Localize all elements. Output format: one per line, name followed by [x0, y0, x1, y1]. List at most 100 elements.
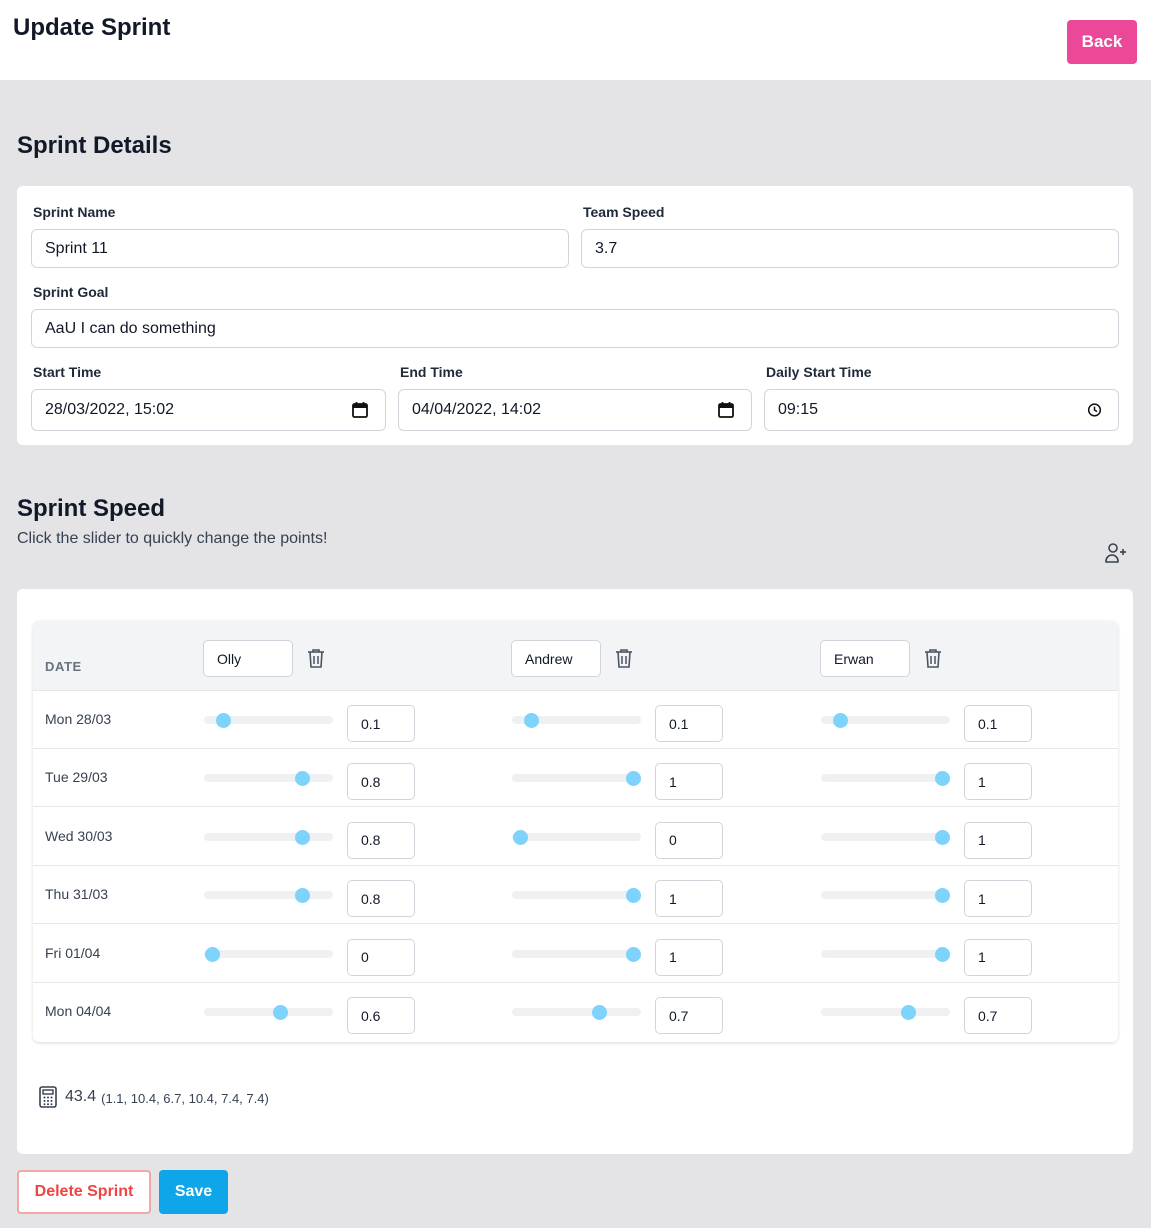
points-slider[interactable] [204, 829, 333, 845]
sprint-details-card: Sprint Name Sprint 11 Team Speed 3.7 Spr… [17, 186, 1133, 445]
points-slider[interactable] [512, 888, 641, 904]
row-date: Mon 04/04 [45, 1003, 112, 1019]
sprint-speed-title: Sprint Speed [17, 495, 166, 522]
points-slider[interactable] [512, 829, 641, 845]
points-input[interactable]: 1 [964, 880, 1032, 918]
trash-icon[interactable] [922, 647, 944, 669]
points-slider[interactable] [821, 771, 950, 787]
points-input[interactable]: 1 [655, 880, 723, 918]
points-slider[interactable] [512, 771, 641, 787]
points-input[interactable]: 1 [655, 763, 723, 801]
delete-sprint-button[interactable]: Delete Sprint [17, 1170, 151, 1214]
table-header: DATE Olly Andrew Erwan [33, 621, 1118, 691]
points-slider[interactable] [512, 713, 641, 728]
points-input[interactable]: 0.7 [964, 997, 1032, 1034]
sprint-goal-label: Sprint Goal [33, 284, 109, 300]
row-date: Mon 28/03 [45, 711, 112, 727]
points-input[interactable]: 1 [964, 821, 1032, 859]
points-input[interactable]: 0 [655, 821, 723, 859]
team-speed-label: Team Speed [583, 204, 665, 220]
points-slider[interactable] [204, 771, 333, 787]
slider-knob[interactable] [935, 946, 950, 962]
slider-knob[interactable] [295, 771, 311, 787]
slider-knob[interactable] [901, 1005, 917, 1020]
row-date: Tue 29/03 [45, 769, 108, 786]
total-value: 43.4 [65, 1088, 97, 1105]
table-row: Mon 28/03 0.1 0.1 0.1 [33, 691, 1118, 749]
slider-knob[interactable] [513, 829, 528, 845]
trash-icon[interactable] [305, 647, 327, 669]
points-slider[interactable] [512, 946, 641, 962]
member-name-input[interactable]: Erwan [820, 640, 910, 677]
sprint-goal-input[interactable]: AaU I can do something [31, 309, 1119, 348]
sprint-name-input[interactable]: Sprint 11 [31, 229, 569, 268]
start-time-input[interactable]: 28/03/2022, 15:02 [31, 389, 386, 431]
slider-knob[interactable] [205, 946, 220, 962]
daily-start-label: Daily Start Time [766, 364, 872, 380]
points-input[interactable]: 0.1 [655, 705, 723, 742]
slider-knob[interactable] [935, 888, 950, 904]
slider-knob[interactable] [935, 771, 950, 787]
slider-knob[interactable] [295, 888, 311, 904]
total-points: 43.4 (1.1, 10.4, 6.7, 10.4, 7.4, 7.4) [39, 1086, 269, 1108]
slider-knob[interactable] [216, 713, 232, 728]
start-time-label: Start Time [33, 364, 102, 380]
points-slider[interactable] [821, 713, 950, 728]
points-slider[interactable] [204, 1005, 333, 1020]
slider-knob[interactable] [524, 713, 540, 728]
table-row: Fri 01/04 0 1 1 [33, 925, 1118, 983]
points-slider[interactable] [821, 888, 950, 904]
add-user-icon[interactable] [1104, 541, 1128, 565]
clock-icon[interactable] [1087, 403, 1102, 418]
slider-knob[interactable] [626, 946, 641, 962]
back-button[interactable]: Back [1067, 20, 1137, 64]
member-name-input[interactable]: Olly [203, 640, 293, 677]
slider-knob[interactable] [295, 829, 311, 845]
slider-knob[interactable] [272, 1005, 288, 1020]
date-column-header: DATE [45, 659, 82, 674]
daily-start-value: 09:15 [778, 401, 819, 418]
slider-knob[interactable] [592, 1005, 608, 1020]
slider-knob[interactable] [626, 771, 641, 787]
points-input[interactable]: 0.8 [347, 763, 415, 801]
daily-start-input[interactable]: 09:15 [764, 389, 1119, 431]
points-slider[interactable] [821, 946, 950, 962]
member-name-input[interactable]: Andrew [511, 640, 601, 677]
points-slider[interactable] [204, 946, 333, 962]
points-slider[interactable] [821, 1005, 950, 1020]
points-input[interactable]: 0.8 [347, 821, 415, 859]
points-slider[interactable] [204, 713, 333, 728]
calendar-icon[interactable] [717, 401, 735, 419]
save-button[interactable]: Save [159, 1170, 228, 1214]
end-time-label: End Time [400, 364, 463, 380]
sprint-details-title: Sprint Details [17, 132, 172, 159]
sprint-speed-card: DATE Olly Andrew Erwan Mon 28/03 0.1 0.1 0.… [17, 589, 1133, 1154]
points-input[interactable]: 1 [964, 938, 1032, 976]
slider-knob[interactable] [626, 888, 641, 904]
sprint-speed-subtitle: Click the slider to quickly change the p… [17, 530, 328, 547]
trash-icon[interactable] [613, 647, 635, 669]
points-slider[interactable] [204, 888, 333, 904]
end-time-input[interactable]: 04/04/2022, 14:02 [398, 389, 752, 431]
points-slider[interactable] [512, 1005, 641, 1020]
points-input[interactable]: 0.7 [655, 997, 723, 1034]
points-input[interactable]: 0.1 [964, 705, 1032, 742]
row-date: Thu 31/03 [45, 886, 109, 903]
table-row: Mon 04/04 0.6 0.7 0.7 [33, 983, 1118, 1041]
points-input[interactable]: 0.1 [347, 705, 415, 742]
sprint-name-label: Sprint Name [33, 204, 116, 220]
points-input[interactable]: 0.6 [347, 997, 415, 1034]
calendar-icon[interactable] [351, 401, 369, 419]
points-input[interactable]: 0.8 [347, 880, 415, 918]
total-breakdown: (1.1, 10.4, 6.7, 10.4, 7.4, 7.4) [101, 1090, 269, 1106]
points-input[interactable]: 1 [964, 763, 1032, 801]
row-date: Wed 30/03 [45, 827, 113, 844]
points-input[interactable]: 0 [347, 938, 415, 976]
points-input[interactable]: 1 [655, 938, 723, 976]
speed-table: DATE Olly Andrew Erwan Mon 28/03 0.1 0.1 0.… [33, 621, 1118, 1042]
slider-knob[interactable] [935, 829, 950, 845]
points-slider[interactable] [821, 829, 950, 845]
table-row: Wed 30/03 0.8 0 1 [33, 808, 1118, 866]
team-speed-input[interactable]: 3.7 [581, 229, 1119, 268]
slider-knob[interactable] [833, 713, 849, 728]
